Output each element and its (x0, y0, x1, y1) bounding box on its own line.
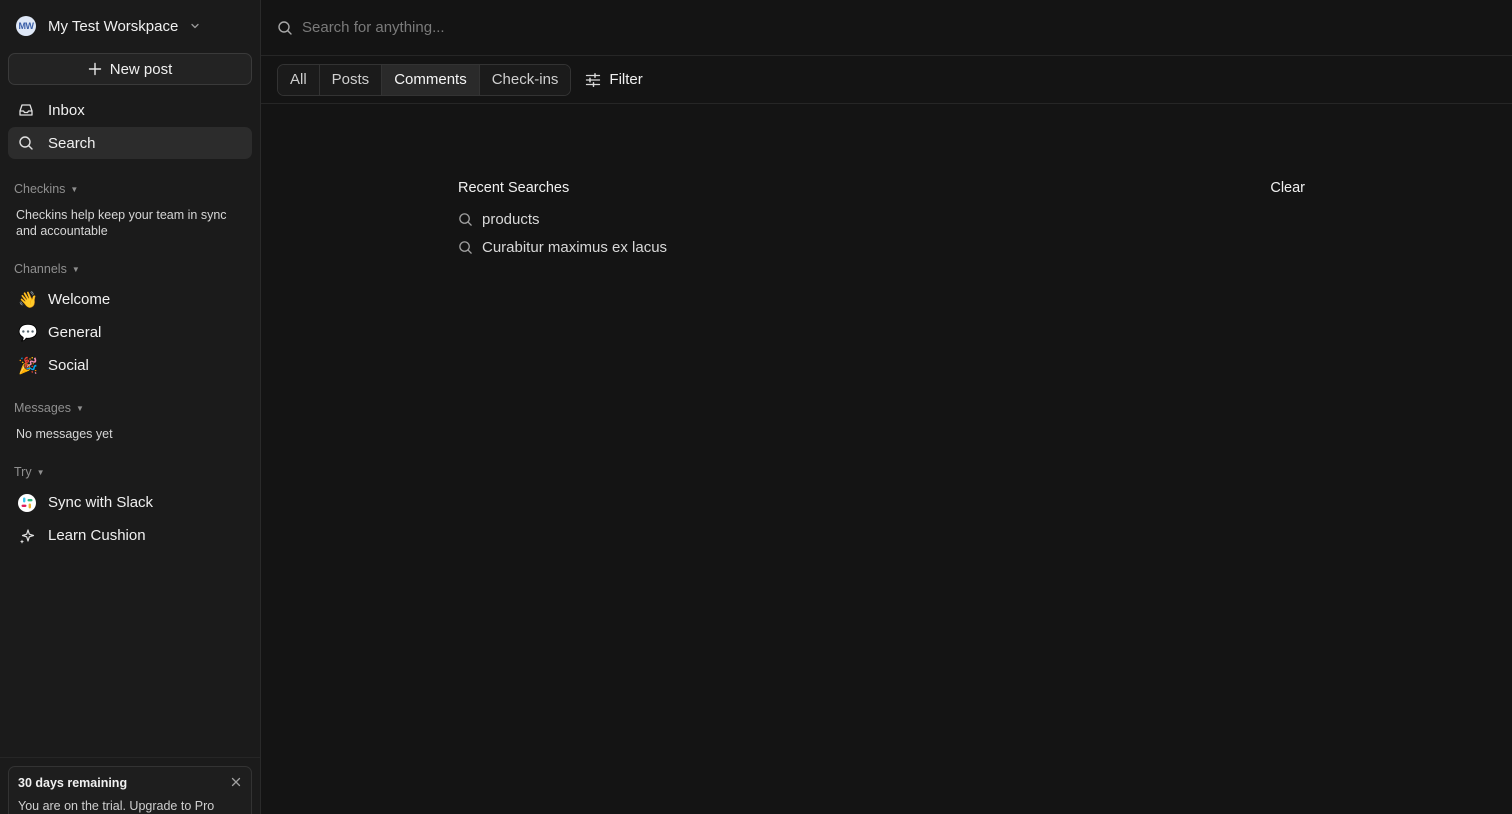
tab-comments[interactable]: Comments (382, 64, 480, 95)
sliders-icon (585, 72, 601, 88)
search-input[interactable] (302, 19, 902, 36)
channel-social[interactable]: 🎉 Social (8, 349, 252, 382)
recent-search-text: products (482, 210, 540, 228)
checkins-section-header[interactable]: Checkins ▼ (14, 181, 246, 197)
recent-search-item[interactable]: Curabitur maximus ex lacus (458, 233, 1305, 261)
plus-icon (88, 62, 102, 76)
main-panel: All Posts Comments Check-ins Filter Rece… (261, 0, 1512, 814)
trial-banner: 30 days remaining You are on the trial. … (8, 766, 252, 814)
caret-down-icon: ▼ (36, 467, 45, 477)
speech-bubble-icon: 💬 (18, 324, 38, 342)
messages-header-label: Messages (14, 401, 71, 415)
checkins-header-label: Checkins (14, 182, 66, 196)
channel-label: Welcome (48, 291, 111, 308)
filter-bar: All Posts Comments Check-ins Filter (261, 56, 1512, 104)
inbox-icon (18, 102, 34, 118)
trial-text[interactable]: You are on the trial. Upgrade to Pro (18, 799, 242, 813)
channel-label: General (48, 324, 102, 341)
nav-inbox-label: Inbox (48, 101, 85, 119)
new-post-label: New post (109, 60, 173, 78)
sidebar-divider (0, 757, 260, 758)
search-icon (458, 240, 473, 255)
sync-slack-item[interactable]: Sync with Slack (8, 486, 252, 519)
type-tabs: All Posts Comments Check-ins (277, 63, 572, 96)
filter-button[interactable]: Filter (585, 71, 643, 88)
nav-search-label: Search (48, 134, 96, 152)
caret-down-icon: ▼ (71, 264, 80, 274)
nav-inbox[interactable]: Inbox (8, 94, 252, 126)
messages-section-header[interactable]: Messages ▼ (14, 400, 246, 416)
channel-welcome[interactable]: 👋 Welcome (8, 283, 252, 316)
try-header-label: Try (14, 465, 32, 479)
channels-header-label: Channels (14, 262, 67, 276)
checkins-note: Checkins help keep your team in sync and… (16, 208, 227, 238)
workspace-name: My Test Worskpace (48, 17, 179, 35)
channel-general[interactable]: 💬 General (8, 316, 252, 349)
clear-button[interactable]: Clear (1270, 180, 1305, 196)
search-icon (458, 212, 473, 227)
sync-slack-label: Sync with Slack (48, 494, 154, 511)
learn-cushion-label: Learn Cushion (48, 527, 146, 544)
try-section-header[interactable]: Try ▼ (14, 464, 246, 480)
channel-label: Social (48, 357, 89, 374)
filter-label: Filter (609, 71, 643, 88)
recent-search-text: Curabitur maximus ex lacus (482, 238, 668, 256)
party-popper-icon: 🎉 (18, 357, 38, 375)
waving-hand-icon: 👋 (18, 291, 38, 309)
trial-title: 30 days remaining (18, 776, 128, 790)
tab-posts[interactable]: Posts (319, 64, 383, 95)
workspace-switcher[interactable]: MW My Test Worskpace (0, 0, 260, 52)
recent-searches: Recent Searches Clear products Curabitur… (458, 177, 1305, 261)
app: MW My Test Worskpace New post Inbox Sear… (0, 0, 1512, 814)
search-icon (277, 20, 293, 36)
close-icon[interactable] (231, 777, 241, 787)
chevron-down-icon (190, 21, 200, 31)
caret-down-icon: ▼ (70, 184, 79, 194)
recent-search-item[interactable]: products (458, 205, 1305, 233)
sparkles-icon (18, 527, 36, 545)
sidebar: MW My Test Worskpace New post Inbox Sear… (0, 0, 261, 814)
tab-check-ins[interactable]: Check-ins (479, 64, 571, 95)
new-post-button[interactable]: New post (8, 53, 252, 85)
recent-searches-title: Recent Searches (458, 180, 570, 196)
workspace-avatar: MW (16, 16, 36, 36)
caret-down-icon: ▼ (75, 403, 84, 413)
search-bar (261, 0, 1512, 56)
learn-cushion-item[interactable]: Learn Cushion (8, 519, 252, 552)
search-icon (18, 135, 34, 151)
nav-search[interactable]: Search (8, 127, 252, 159)
channels-section-header[interactable]: Channels ▼ (14, 261, 246, 277)
tab-all[interactable]: All (278, 64, 320, 95)
messages-note: No messages yet (16, 427, 113, 441)
slack-icon (18, 493, 36, 512)
